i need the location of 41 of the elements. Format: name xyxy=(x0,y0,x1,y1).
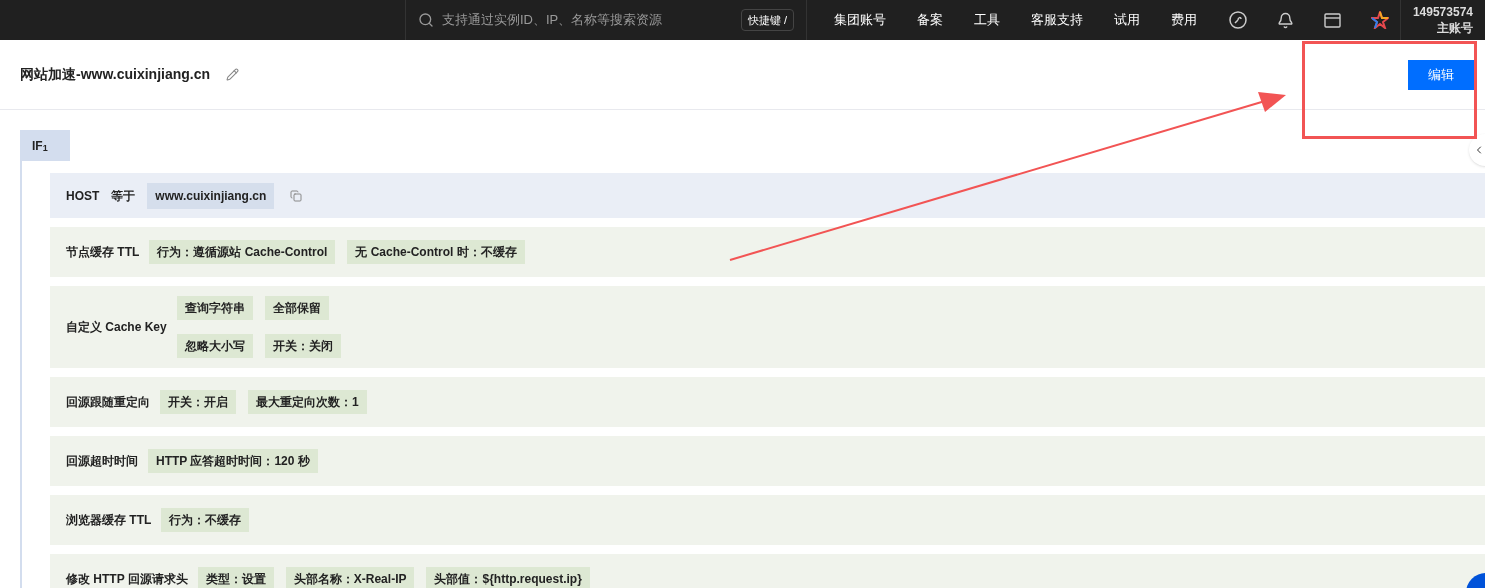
nav-link[interactable]: 客服支持 xyxy=(1031,10,1083,30)
rule-tag: 全部保留 xyxy=(264,296,329,320)
circle-logo-icon[interactable] xyxy=(1229,11,1247,29)
rule-name: 浏览器缓存 TTL xyxy=(66,512,152,529)
edit-icon[interactable] xyxy=(226,68,240,81)
account-id[interactable]: 149573574 xyxy=(1412,4,1473,20)
search-icon xyxy=(418,12,434,28)
rule-name: 节点缓存 TTL xyxy=(66,244,140,261)
rule-name: 自定义 Cache Key xyxy=(66,319,167,336)
nav-link[interactable]: 试用 xyxy=(1114,10,1140,30)
nav-link[interactable]: 集团账号 xyxy=(834,10,886,30)
rule-tag: 头部值：${http.request.ip} xyxy=(426,567,590,588)
star-logo-icon[interactable] xyxy=(1371,11,1389,29)
edit-button[interactable]: 编辑 xyxy=(1408,59,1474,90)
nav-link[interactable]: 备案 xyxy=(917,10,943,30)
rule-name: 修改 HTTP 回源请求头 xyxy=(66,571,188,588)
rule-tag: 头部名称：X-Real-IP xyxy=(285,567,415,588)
rule-tag: HTTP 应答超时时间：120 秒 xyxy=(148,449,318,473)
rule-tag: 忽略大小写 xyxy=(176,334,253,358)
card-icon[interactable] xyxy=(1324,12,1341,28)
rule-tag: 行为：不缓存 xyxy=(161,508,250,532)
bell-icon[interactable] xyxy=(1277,11,1294,29)
account-role: 主账号 xyxy=(1437,20,1473,36)
condition-label: IF$_{1}$ xyxy=(20,130,70,161)
rule-tag: 开关：关闭 xyxy=(264,334,341,358)
rule-tag: 查询字符串 xyxy=(176,296,253,320)
rule-tag: 无 Cache-Control 时：不缓存 xyxy=(347,240,525,264)
search-field[interactable]: 支持通过实例ID、IP、名称等搜索资源 xyxy=(442,10,733,30)
rule-tag: 最大重定向次数：1 xyxy=(248,390,367,414)
condition-operator: 等于 xyxy=(111,187,136,205)
rule-tag: 开关：开启 xyxy=(160,390,236,414)
rule-tag: 类型：设置 xyxy=(197,567,274,588)
rule-name: 回源超时时间 xyxy=(66,453,138,470)
condition-value: www.cuixinjiang.cn xyxy=(147,182,275,209)
rule-tag: 行为：遵循源站 Cache-Control xyxy=(149,240,336,264)
nav-link[interactable]: 工具 xyxy=(974,10,1000,30)
nav-link[interactable]: 费用 xyxy=(1171,10,1197,30)
shortcut-hint: 快捷键 / xyxy=(740,8,794,32)
page-title: 网站加速-www.cuixinjiang.cn xyxy=(20,65,211,84)
condition-field: HOST xyxy=(66,186,100,205)
rule-name: 回源跟随重定向 xyxy=(66,394,150,411)
